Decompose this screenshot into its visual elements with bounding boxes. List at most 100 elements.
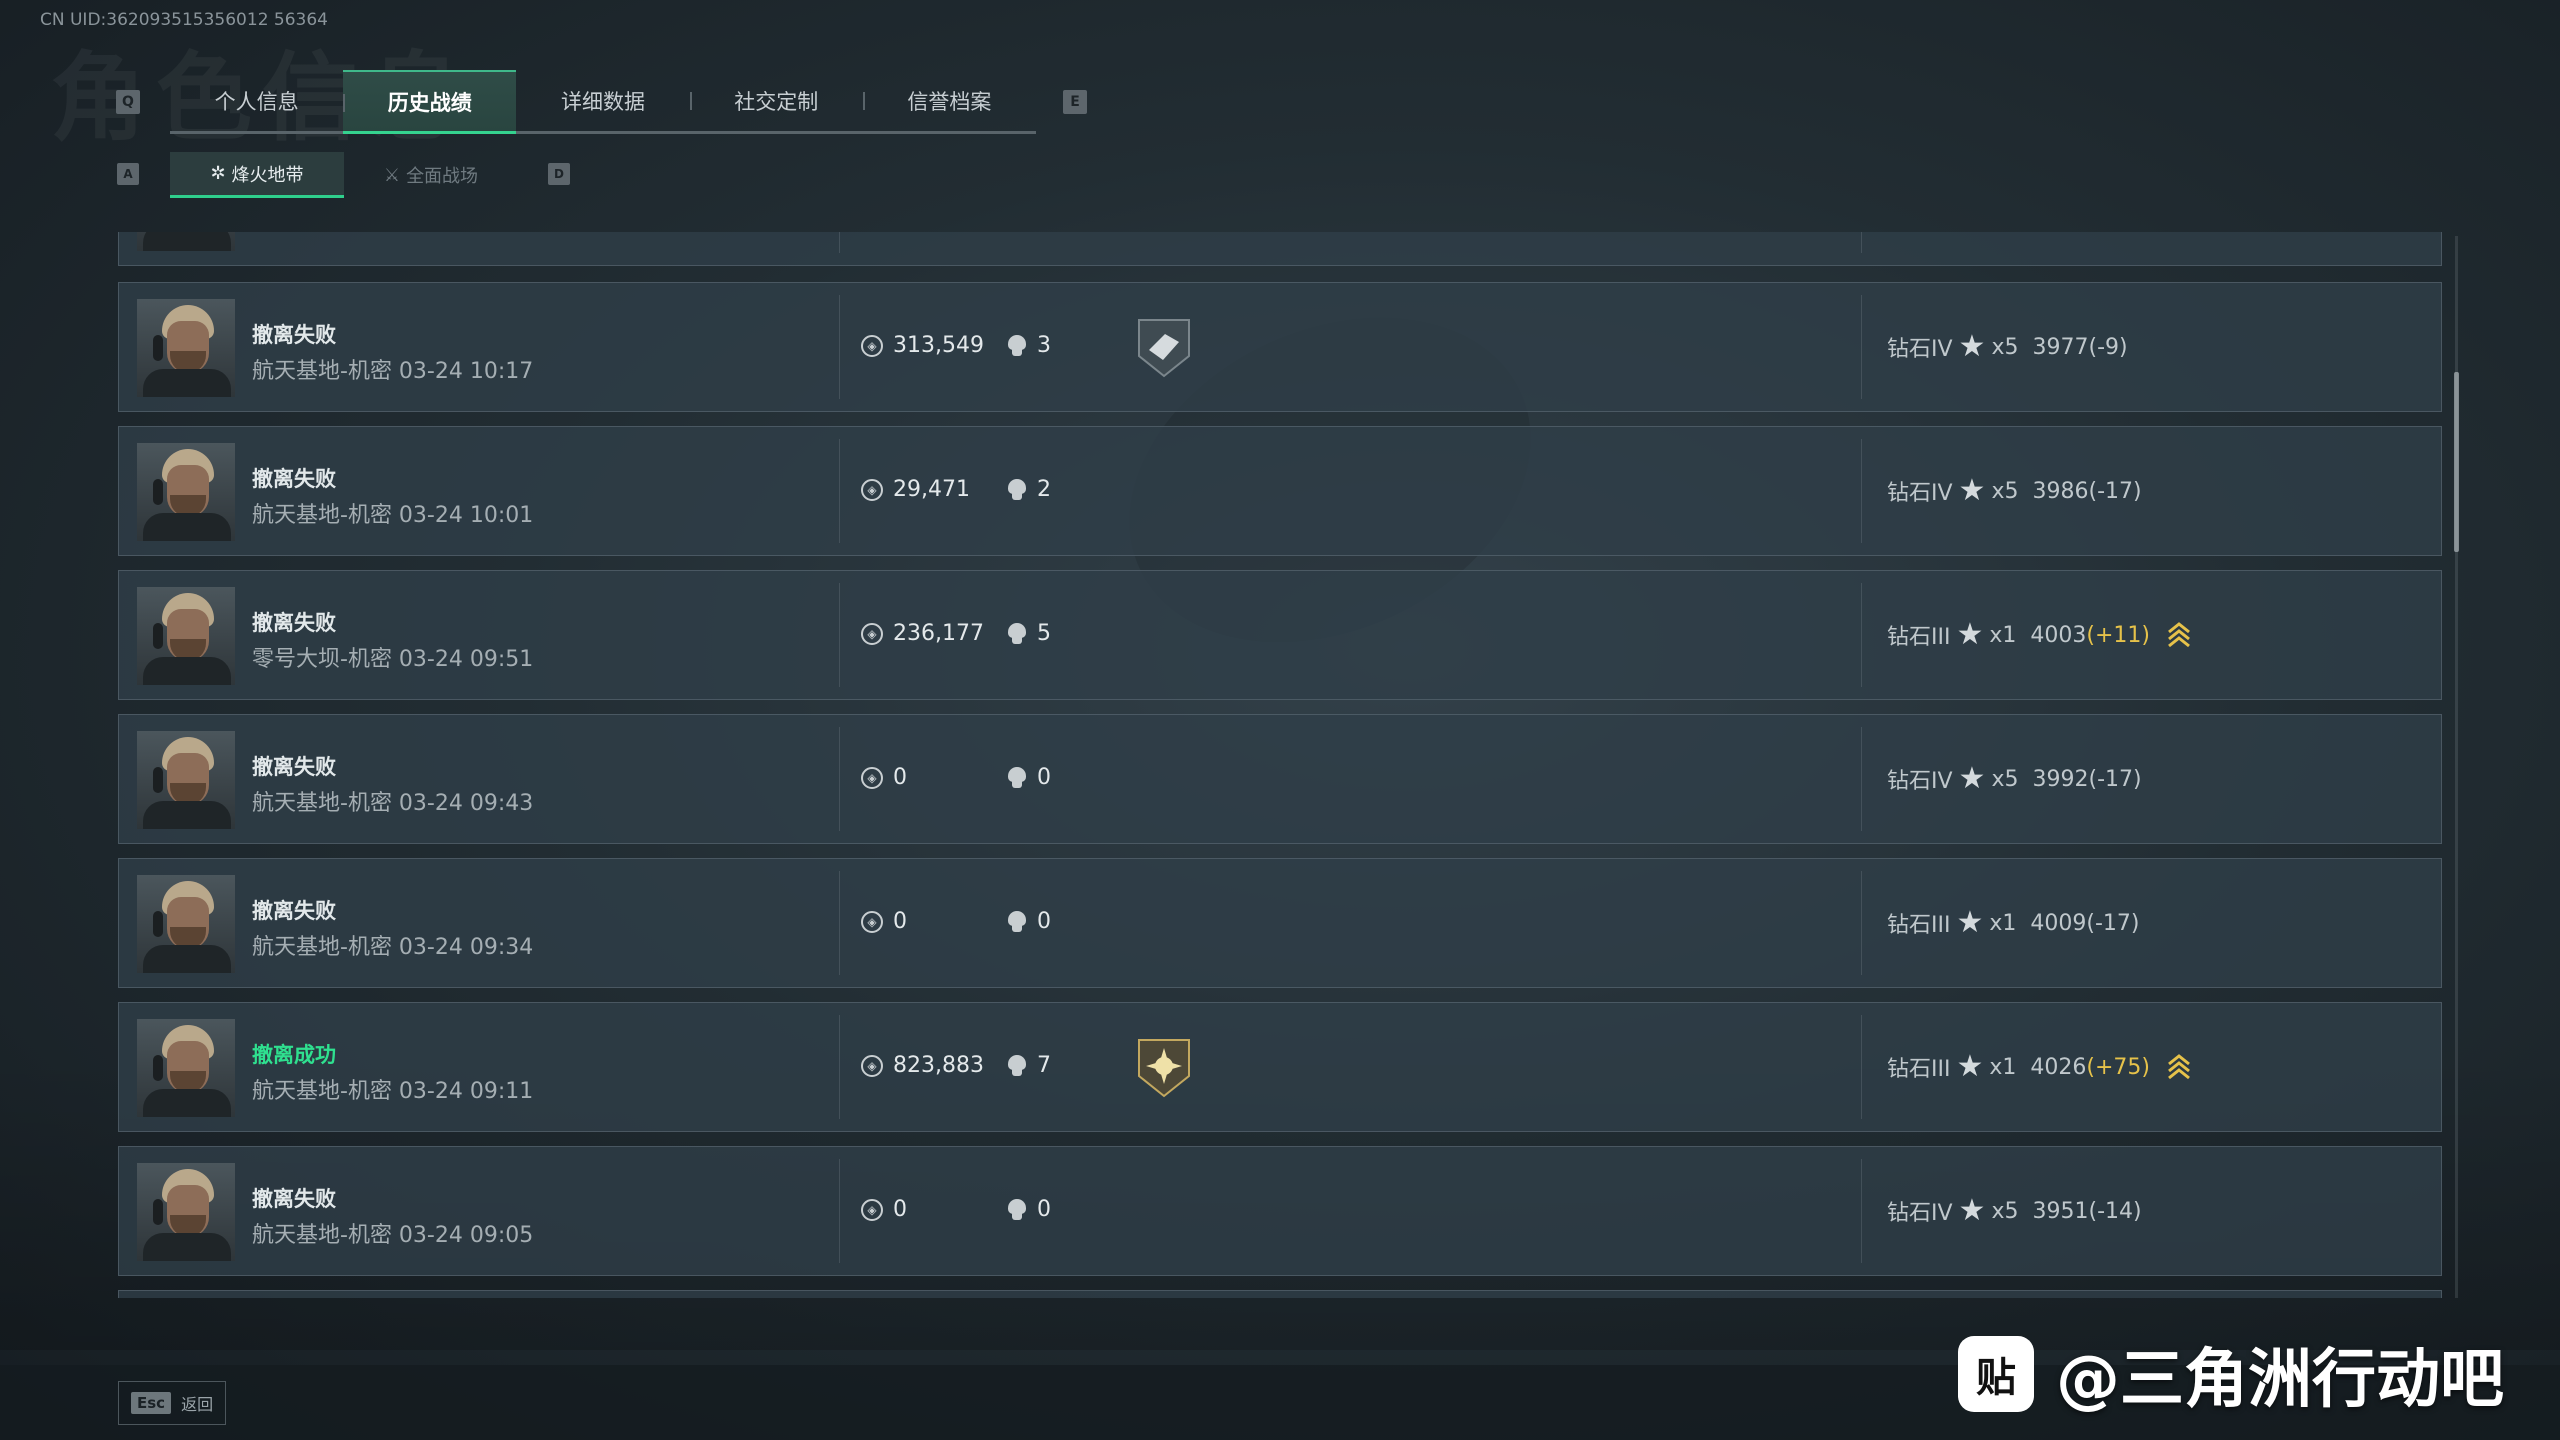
scrollbar-thumb[interactable] <box>2454 372 2459 552</box>
coin-icon: ◈ <box>861 622 883 645</box>
operator-avatar <box>137 731 235 829</box>
match-row[interactable]: 撤离失败 航天基地-机密 03-24 09:34 ◈ 0 0 钻石III ★ x1 4009 (-… <box>118 858 2442 988</box>
rank-info: 钻石III ★ x1 4009 (-17) <box>1887 907 2140 939</box>
operator-avatar <box>137 232 235 251</box>
rank-info: 钻石IV ★ x5 3951 (-14) <box>1887 1195 2142 1227</box>
match-map-time: 航天基地-机密 03-24 09:43 <box>252 791 534 816</box>
skull-icon <box>1007 478 1027 501</box>
match-map-time: 零号大坝-机密 03-24 09:51 <box>252 647 534 672</box>
next-subtab-key-hint: D <box>548 163 570 185</box>
match-row[interactable]: 撤离成功 航天基地-机密 03-24 09:11 ◈ 823,883 7 钻石III ★ x1… <box>118 1002 2442 1132</box>
rank-info: 钻石III ★ x1 4003 (+11) <box>1887 619 2192 651</box>
rank-score: 3951 <box>2032 1198 2089 1224</box>
match-row[interactable]: 撤离失败 零号大坝-机密 03-24 09:51 ◈ 236,177 5 钻石III ★ x1… <box>118 570 2442 700</box>
match-history-list[interactable]: 撤离失败 航天基地-机密 03-24 10:17 ◈ 313,549 3 钻石IV ★ x5 3… <box>118 232 2442 1298</box>
tab-social-custom[interactable]: 社交定制 <box>689 70 863 131</box>
tab-detailed-data[interactable]: 详细数据 <box>516 70 689 131</box>
skull-icon <box>1007 766 1027 789</box>
extract-value: 0 <box>893 1197 907 1222</box>
rank-info: 钻石IV ★ x5 3977 (-9) <box>1887 331 2128 363</box>
match-map-time: 航天基地-机密 03-24 10:01 <box>252 503 534 528</box>
star-icon: ★ <box>1958 329 1986 364</box>
extract-value: 236,177 <box>893 621 984 646</box>
star-icon: ★ <box>1956 1049 1984 1084</box>
rank-stars: x1 <box>1989 1054 2017 1080</box>
extract-value-stat: ◈ 823,883 <box>861 1053 984 1078</box>
kills-stat: 0 <box>1007 765 1051 790</box>
subtab-hazard-zone[interactable]: ✲ 烽火地带 <box>170 152 344 198</box>
rank-score: 4009 <box>2030 910 2087 936</box>
rank-info: 钻石IV ★ x5 3992 (-17) <box>1887 763 2142 795</box>
operator-avatar <box>137 299 235 397</box>
extraction-success-badge-icon <box>1138 1039 1190 1098</box>
match-result: 撤离失败 <box>252 755 336 779</box>
kill-count: 0 <box>1037 909 1051 934</box>
rank-info: 钻石III ★ x1 4026 (+75) <box>1887 1051 2192 1083</box>
match-result: 撤离失败 <box>252 899 336 923</box>
prev-tab-key-hint: Q <box>116 90 140 114</box>
tieba-logo-icon: 贴 <box>1958 1336 2034 1412</box>
rank-tier: 钻石IV <box>1887 769 1953 794</box>
main-tab-bar: 个人信息 历史战绩 详细数据 社交定制 信誉档案 <box>170 70 1036 134</box>
extract-value: 0 <box>893 765 907 790</box>
rank-stars: x5 <box>1991 334 2019 360</box>
kills-stat: 7 <box>1007 1053 1051 1078</box>
skull-icon <box>1007 910 1027 933</box>
match-row[interactable]: 撤离失败 航天基地-机密 03-24 10:01 ◈ 29,471 2 钻石IV ★ x5 39… <box>118 426 2442 556</box>
match-row[interactable]: 撤离失败 航天基地-机密 03-24 10:17 ◈ 313,549 3 钻石IV ★ x5 3… <box>118 282 2442 412</box>
operator-avatar <box>137 1019 235 1117</box>
rank-score-delta: (-9) <box>2088 334 2128 360</box>
kills-stat: 0 <box>1007 909 1051 934</box>
tab-match-history[interactable]: 历史战绩 <box>343 70 517 134</box>
extract-value-stat: ◈ 0 <box>861 765 907 790</box>
extract-value-stat: ◈ 29,471 <box>861 477 970 502</box>
rank-score: 3992 <box>2032 766 2089 792</box>
rank-tier: 钻石IV <box>1887 481 1953 506</box>
extract-value: 0 <box>893 909 907 934</box>
extract-value: 29,471 <box>893 477 970 502</box>
match-row[interactable]: 撤离失败 航天基地-机密 03-24 09:05 ◈ 0 0 钻石IV ★ x5 3951 (-1… <box>118 1146 2442 1276</box>
rank-score-delta: (-17) <box>2088 478 2142 504</box>
extract-value: 313,549 <box>893 333 984 358</box>
operator-avatar <box>137 1163 235 1261</box>
esc-key-hint: Esc <box>131 1392 172 1414</box>
back-label: 返回 <box>181 1395 214 1414</box>
coin-icon: ◈ <box>861 1054 883 1077</box>
operator-avatar <box>137 443 235 541</box>
match-row-partial[interactable] <box>118 1290 2442 1298</box>
match-map-time: 航天基地-机密 03-24 10:17 <box>252 359 534 384</box>
watermark-text: @三角洲行动吧 <box>2056 1343 2504 1417</box>
kill-count: 5 <box>1037 621 1051 646</box>
tab-personal-info[interactable]: 个人信息 <box>170 70 343 131</box>
kill-count: 2 <box>1037 477 1051 502</box>
coin-icon: ◈ <box>861 1198 883 1221</box>
coin-icon: ◈ <box>861 766 883 789</box>
operator-avatar <box>137 875 235 973</box>
next-tab-key-hint: E <box>1063 90 1087 114</box>
star-icon: ★ <box>1958 761 1986 796</box>
subtab-hazard-zone-label: 烽火地带 <box>231 164 304 186</box>
match-row-partial[interactable] <box>118 232 2442 266</box>
rank-tier: 钻石IV <box>1887 1201 1953 1226</box>
rank-stars: x5 <box>1991 478 2019 504</box>
kills-stat: 0 <box>1007 1197 1051 1222</box>
subtab-full-battlefield-label: 全面战场 <box>406 166 479 187</box>
match-result: 撤离失败 <box>252 1187 336 1211</box>
skull-icon <box>1007 1198 1027 1221</box>
rank-tier: 钻石III <box>1887 1057 1951 1082</box>
back-button[interactable]: Esc 返回 <box>118 1381 226 1425</box>
subtab-full-battlefield[interactable]: ⚔ 全面战场 <box>344 152 518 198</box>
rank-tier: 钻石IV <box>1887 337 1953 362</box>
rank-info: 钻石IV ★ x5 3986 (-17) <box>1887 475 2142 507</box>
kill-count: 7 <box>1037 1053 1051 1078</box>
extract-value-stat: ◈ 0 <box>861 909 907 934</box>
tab-credit-record[interactable]: 信誉档案 <box>862 70 1036 131</box>
rank-up-chevron-icon <box>2168 1054 2190 1080</box>
user-uid: CN UID:362093515356012 56364 <box>40 10 328 30</box>
skull-icon <box>1007 622 1027 645</box>
match-row[interactable]: 撤离失败 航天基地-机密 03-24 09:43 ◈ 0 0 钻石IV ★ x5 3992 (-1… <box>118 714 2442 844</box>
match-result: 撤离成功 <box>252 1043 336 1067</box>
extraction-shield-icon <box>1138 319 1190 378</box>
extract-value: 823,883 <box>893 1053 984 1078</box>
rank-stars: x5 <box>1991 1198 2019 1224</box>
